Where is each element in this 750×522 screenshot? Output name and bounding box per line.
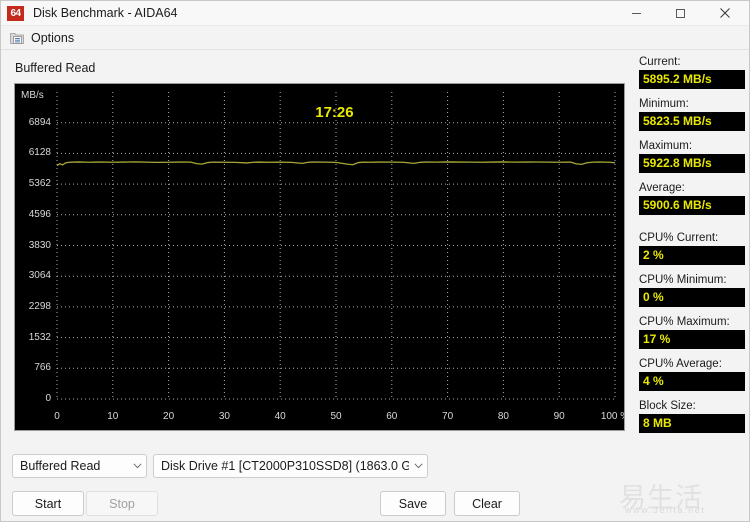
minimize-button[interactable]	[614, 1, 659, 25]
minimize-icon	[632, 12, 641, 14]
aida64-app-icon: 64	[7, 5, 24, 21]
cpu-minimum-value: 0 %	[639, 288, 745, 307]
cpu-minimum-label: CPU% Minimum:	[639, 274, 727, 286]
current-label: Current:	[639, 56, 681, 68]
save-button[interactable]: Save	[380, 491, 446, 516]
benchmark-mode-value: Buffered Read	[20, 459, 101, 473]
close-button[interactable]	[702, 1, 747, 25]
options-icon	[9, 30, 25, 46]
clear-button[interactable]: Clear	[454, 491, 520, 516]
maximum-label: Maximum:	[639, 140, 693, 152]
data-line	[56, 161, 616, 167]
benchmark-mode-dropdown[interactable]: Buffered Read	[12, 454, 147, 478]
cpu-average-value: 4 %	[639, 372, 745, 391]
disk-drive-value: Disk Drive #1 [CT2000P310SSD8] (1863.0 G…	[161, 459, 409, 473]
x-axis-tick: 60	[386, 411, 398, 422]
block-size-label: Block Size:	[639, 400, 696, 412]
chevron-down-icon	[409, 454, 427, 478]
y-axis-tick: 3830	[28, 239, 51, 251]
cpu-maximum-label: CPU% Maximum:	[639, 316, 730, 328]
graph-title: Buffered Read	[15, 61, 96, 75]
x-axis-tick: 90	[553, 411, 565, 422]
block-size-value: 8 MB	[639, 414, 745, 433]
content-area: Buffered Read MB/s 0 766 1532 2298 3064 3830 4…	[1, 50, 749, 521]
options-menu-item[interactable]: Options	[1, 30, 74, 46]
current-value: 5895.2 MB/s	[639, 70, 745, 89]
disk-drive-dropdown[interactable]: Disk Drive #1 [CT2000P310SSD8] (1863.0 G…	[153, 454, 428, 478]
y-axis-tick: 1532	[28, 331, 51, 343]
x-axis-tick: 20	[163, 411, 175, 422]
cpu-average-label: CPU% Average:	[639, 358, 722, 370]
average-label: Average:	[639, 182, 685, 194]
x-axis-tick: 80	[497, 411, 509, 422]
window-title: Disk Benchmark - AIDA64	[33, 6, 178, 20]
y-axis-tick: 3064	[28, 270, 51, 282]
y-axis-tick: 2298	[28, 300, 51, 312]
close-icon	[719, 8, 730, 18]
cpu-current-label: CPU% Current:	[639, 232, 719, 244]
statistics-panel: Current: 5895.2 MB/s Minimum: 5823.5 MB/…	[639, 54, 747, 509]
options-label: Options	[31, 30, 75, 45]
chevron-down-icon	[128, 454, 146, 478]
x-axis-tick: 50	[330, 411, 342, 422]
minimum-label: Minimum:	[639, 98, 689, 110]
x-axis-tick: 100 %	[600, 411, 624, 422]
maximize-button[interactable]	[658, 1, 703, 25]
y-axis-tick: 0	[45, 393, 51, 404]
x-axis-tick: 40	[274, 411, 286, 422]
stats-separator	[639, 215, 747, 223]
y-axis-tick: 6128	[28, 147, 51, 159]
y-axis-tick: 6894	[28, 116, 51, 128]
disk-benchmark-window: 64 Disk Benchmark - AIDA64 Options Buffe…	[0, 0, 750, 522]
elapsed-timer: 17:26	[315, 104, 354, 122]
x-axis-tick: 70	[442, 411, 454, 422]
maximum-value: 5922.8 MB/s	[639, 154, 745, 173]
maximize-icon	[676, 8, 685, 18]
minimum-value: 5823.5 MB/s	[639, 112, 745, 131]
start-button[interactable]: Start	[12, 491, 84, 516]
x-axis-tick: 0	[54, 411, 60, 422]
plot-svg	[56, 92, 616, 400]
controls-bar: Buffered Read Disk Drive #1 [CT2000P310S…	[1, 448, 749, 521]
toolbar: Options	[1, 26, 749, 50]
average-value: 5900.6 MB/s	[639, 196, 745, 215]
stop-button: Stop	[86, 491, 158, 516]
y-axis-tick: 766	[34, 362, 51, 374]
title-bar: 64 Disk Benchmark - AIDA64	[1, 1, 749, 26]
cpu-current-value: 2 %	[639, 246, 745, 265]
x-axis-tick: 10	[107, 411, 119, 422]
benchmark-graph: MB/s 0 766 1532 2298 3064 3830 4596 5362 6128 689…	[14, 83, 625, 431]
y-axis-tick: 5362	[28, 178, 51, 190]
cpu-maximum-value: 17 %	[639, 330, 745, 349]
y-axis-tick: 4596	[28, 208, 51, 220]
x-axis-tick: 30	[218, 411, 230, 422]
grid-lines	[56, 92, 616, 400]
